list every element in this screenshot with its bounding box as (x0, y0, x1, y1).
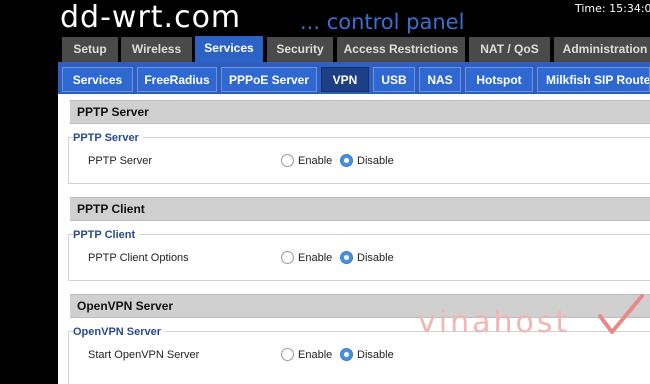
content-area: PPTP Server PPTP Server PPTP Server Enab… (58, 94, 650, 384)
pptp-client-disable-radio[interactable] (340, 251, 353, 264)
subtab-milkfish-sip-router[interactable]: Milkfish SIP Router (537, 67, 650, 92)
tab-access-restrictions[interactable]: Access Restrictions (337, 37, 465, 62)
subtab-freeradius[interactable]: FreeRadius (137, 67, 217, 92)
section-header-pptp-client: PPTP Client (70, 197, 650, 221)
section-header-pptp-server: PPTP Server (70, 100, 650, 124)
clock: Time: 15:34:04 (575, 2, 650, 15)
tab-services[interactable]: Services (195, 36, 263, 62)
openvpn-server-enable-radio[interactable] (281, 348, 294, 361)
fieldset-pptp-server: PPTP Server PPTP Server Enable Disable (68, 131, 650, 184)
subtab-vpn[interactable]: VPN (321, 67, 369, 92)
pptp-client-enable-radio[interactable] (281, 251, 294, 264)
tab-administration[interactable]: Administration (554, 37, 650, 62)
pptp-server-disable-label[interactable]: Disable (357, 154, 394, 168)
header: dd-wrt.com ... control panel Time: 15:34… (0, 0, 650, 36)
legend-openvpn-server: OpenVPN Server (73, 325, 166, 339)
tagline: ... control panel (300, 10, 465, 34)
logo: dd-wrt.com (60, 0, 242, 35)
fieldset-pptp-client: PPTP Client PPTP Client Options Enable D… (68, 228, 650, 281)
main-tabs: Setup Wireless Services Security Access … (58, 36, 650, 62)
watermark-check-icon (598, 294, 644, 334)
start-openvpn-server-label: Start OpenVPN Server (88, 349, 200, 361)
pptp-server-label: PPTP Server (88, 155, 152, 167)
legend-pptp-server: PPTP Server (73, 131, 143, 145)
pptp-client-disable-label[interactable]: Disable (357, 251, 394, 265)
subtab-usb[interactable]: USB (373, 67, 415, 92)
pptp-server-enable-label[interactable]: Enable (298, 154, 332, 168)
sub-tabs: Services FreeRadius PPPoE Server VPN USB… (58, 62, 650, 94)
legend-pptp-client: PPTP Client (73, 228, 140, 242)
pptp-client-options-label: PPTP Client Options (88, 252, 189, 264)
subtab-nas[interactable]: NAS (419, 67, 461, 92)
tab-security[interactable]: Security (267, 37, 333, 62)
tab-setup[interactable]: Setup (62, 37, 118, 62)
openvpn-server-enable-label[interactable]: Enable (298, 348, 332, 362)
watermark-text: vinahost (418, 305, 571, 340)
tab-nat-qos[interactable]: NAT / QoS (469, 37, 550, 62)
pptp-client-enable-label[interactable]: Enable (298, 251, 332, 265)
openvpn-server-disable-label[interactable]: Disable (357, 348, 394, 362)
pptp-server-disable-radio[interactable] (340, 154, 353, 167)
tab-wireless[interactable]: Wireless (121, 37, 192, 62)
subtab-services[interactable]: Services (62, 67, 133, 92)
subtab-pppoe-server[interactable]: PPPoE Server (221, 67, 317, 92)
subtab-hotspot[interactable]: Hotspot (465, 67, 533, 92)
pptp-server-enable-radio[interactable] (281, 154, 294, 167)
openvpn-server-disable-radio[interactable] (340, 348, 353, 361)
